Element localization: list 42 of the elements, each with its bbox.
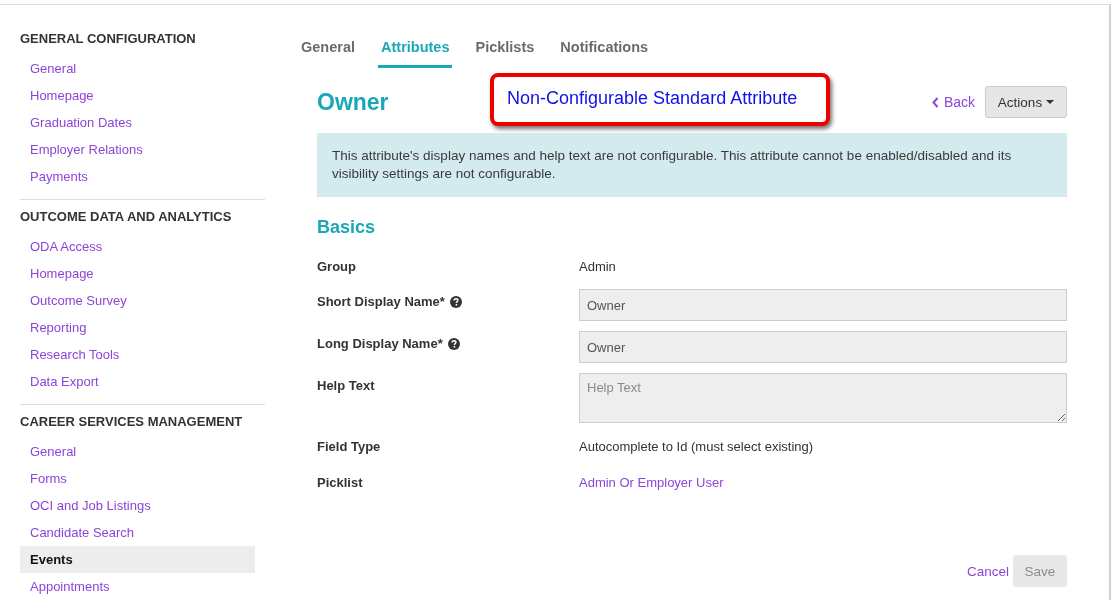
picklist-link[interactable]: Admin Or Employer User: [579, 474, 724, 490]
field-label: Field Type: [317, 438, 381, 454]
sidebar-item[interactable]: Payments: [20, 163, 255, 190]
page-title: Owner: [317, 88, 389, 117]
section-heading: Basics: [317, 216, 377, 239]
field-label: Long Display Name*: [317, 336, 443, 351]
tab[interactable]: Attributes: [378, 37, 453, 68]
field-label: Short Display Name*: [317, 294, 445, 309]
sidebar-item[interactable]: Graduation Dates: [20, 109, 255, 136]
field-value: Autocomplete to Id (must select existing): [579, 438, 814, 454]
sidebar-item[interactable]: Employer Relations: [20, 136, 255, 163]
field-label: Picklist: [317, 474, 363, 490]
cancel-link[interactable]: Cancel: [966, 563, 1009, 579]
tab[interactable]: Notifications: [557, 37, 652, 68]
sidebar-heading: CAREER SERVICES MANAGEMENT: [20, 413, 244, 431]
chevron-left-icon: [931, 96, 939, 108]
back-link[interactable]: Back: [931, 94, 975, 110]
sidebar-item[interactable]: Forms: [20, 465, 255, 492]
tab[interactable]: General: [298, 37, 358, 68]
field-value: Admin: [579, 258, 616, 274]
sidebar-item[interactable]: Homepage: [20, 82, 255, 109]
sidebar-item[interactable]: Candidate Search: [20, 519, 255, 546]
actions-button[interactable]: Actions: [985, 86, 1067, 118]
sidebar-item[interactable]: Research Tools: [20, 341, 255, 368]
info-notice: This attribute's display names and help text are not configurable. This attribute cannot be enabled/disabled and its visibility settings are not configurable.: [317, 133, 1067, 197]
annotation-callout: Non-Configurable Standard Attribute: [490, 73, 830, 126]
sidebar-item[interactable]: Data Export: [20, 368, 255, 395]
sidebar-item[interactable]: ODA Access: [20, 233, 255, 260]
sidebar-item[interactable]: Events: [20, 546, 255, 573]
sidebar-item[interactable]: OCI and Job Listings: [20, 492, 255, 519]
sidebar-heading: OUTCOME DATA AND ANALYTICS: [20, 208, 233, 226]
field-label: Group: [317, 258, 356, 274]
sidebar-item[interactable]: General: [20, 55, 255, 82]
sidebar-item[interactable]: Appointments: [20, 573, 255, 600]
sidebar-item[interactable]: General: [20, 438, 255, 465]
sidebar-heading: GENERAL CONFIGURATION: [20, 30, 197, 48]
sidebar-item[interactable]: Reporting: [20, 314, 255, 341]
field-label: Help Text: [317, 378, 375, 393]
tab[interactable]: Picklists: [472, 37, 538, 68]
caret-down-icon: [1046, 100, 1055, 104]
sidebar-item[interactable]: Homepage: [20, 260, 255, 287]
sidebar-item[interactable]: Outcome Survey: [20, 287, 255, 314]
